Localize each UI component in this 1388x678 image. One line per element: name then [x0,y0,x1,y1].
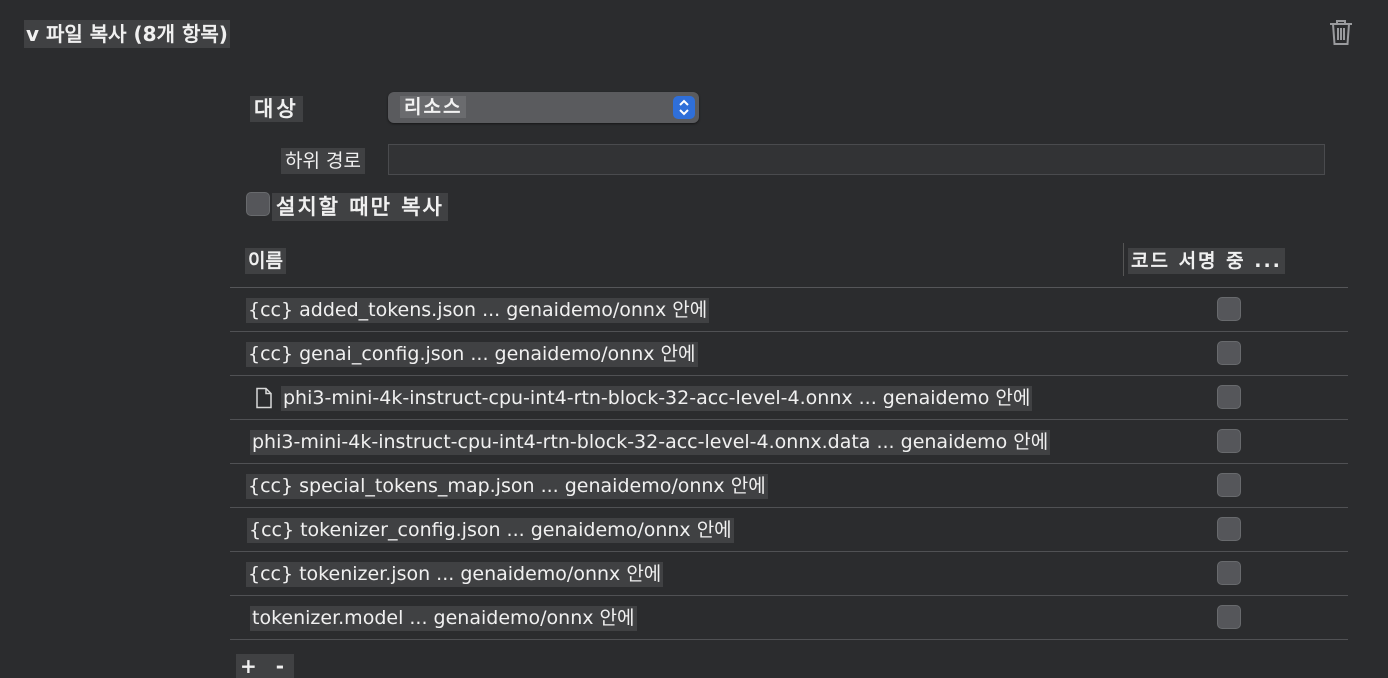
install-only-checkbox[interactable] [246,192,270,216]
table-row[interactable]: {cc} genai_config.json ... genaidemo/onn… [230,332,1348,376]
table-row[interactable]: {cc} tokenizer_config.json ... genaidemo… [230,508,1348,552]
subpath-input[interactable] [388,144,1325,175]
target-label: 대상 [250,96,303,122]
code-sign-checkbox[interactable] [1217,297,1241,321]
install-only-label[interactable]: 설치할 때만 복사 [272,193,448,221]
code-sign-checkbox[interactable] [1217,385,1241,409]
target-popup-value: 리소스 [400,96,467,118]
table-row[interactable]: {cc} special_tokens_map.json ... genaide… [230,464,1348,508]
table-row[interactable]: {cc} tokenizer.json ... genaidemo/onnx 안… [230,552,1348,596]
column-header-code-sign[interactable]: 코드 서명 중 ... [1128,248,1285,274]
section-header[interactable]: v 파일 복사 (8개 항목) [24,20,230,48]
file-name: {cc} genai_config.json ... genaidemo/onn… [246,342,698,367]
column-header-name[interactable]: 이름 [245,248,286,274]
table-row[interactable]: {cc} added_tokens.json ... genaidemo/onn… [230,288,1348,332]
subpath-label: 하위 경로 [281,148,365,174]
file-name: {cc} tokenizer.json ... genaidemo/onnx 안… [246,562,664,587]
column-divider[interactable] [1123,243,1124,276]
code-sign-checkbox[interactable] [1217,517,1241,541]
table-row[interactable]: phi3-mini-4k-instruct-cpu-int4-rtn-block… [230,376,1348,420]
code-sign-checkbox[interactable] [1217,561,1241,585]
file-name: tokenizer.model ... genaidemo/onnx 안에 [250,606,637,631]
trash-icon[interactable] [1328,18,1354,46]
code-sign-checkbox[interactable] [1217,605,1241,629]
add-remove-buttons[interactable]: + - [236,654,295,678]
file-name: phi3-mini-4k-instruct-cpu-int4-rtn-block… [250,430,1051,455]
code-sign-checkbox[interactable] [1217,429,1241,453]
code-sign-checkbox[interactable] [1217,341,1241,365]
file-name: {cc} special_tokens_map.json ... genaide… [246,474,768,499]
document-icon [256,387,272,409]
file-name: {cc} added_tokens.json ... genaidemo/onn… [246,298,710,323]
up-down-chevron-icon [673,96,695,119]
target-popup-button[interactable]: 리소스 [388,92,699,123]
file-name: {cc} tokenizer_config.json ... genaidemo… [247,518,734,543]
code-sign-checkbox[interactable] [1217,473,1241,497]
table-row[interactable]: phi3-mini-4k-instruct-cpu-int4-rtn-block… [230,420,1348,464]
file-list: {cc} added_tokens.json ... genaidemo/onn… [230,288,1348,640]
table-row[interactable]: tokenizer.model ... genaidemo/onnx 안에 [230,596,1348,640]
file-name: phi3-mini-4k-instruct-cpu-int4-rtn-block… [281,386,1033,411]
